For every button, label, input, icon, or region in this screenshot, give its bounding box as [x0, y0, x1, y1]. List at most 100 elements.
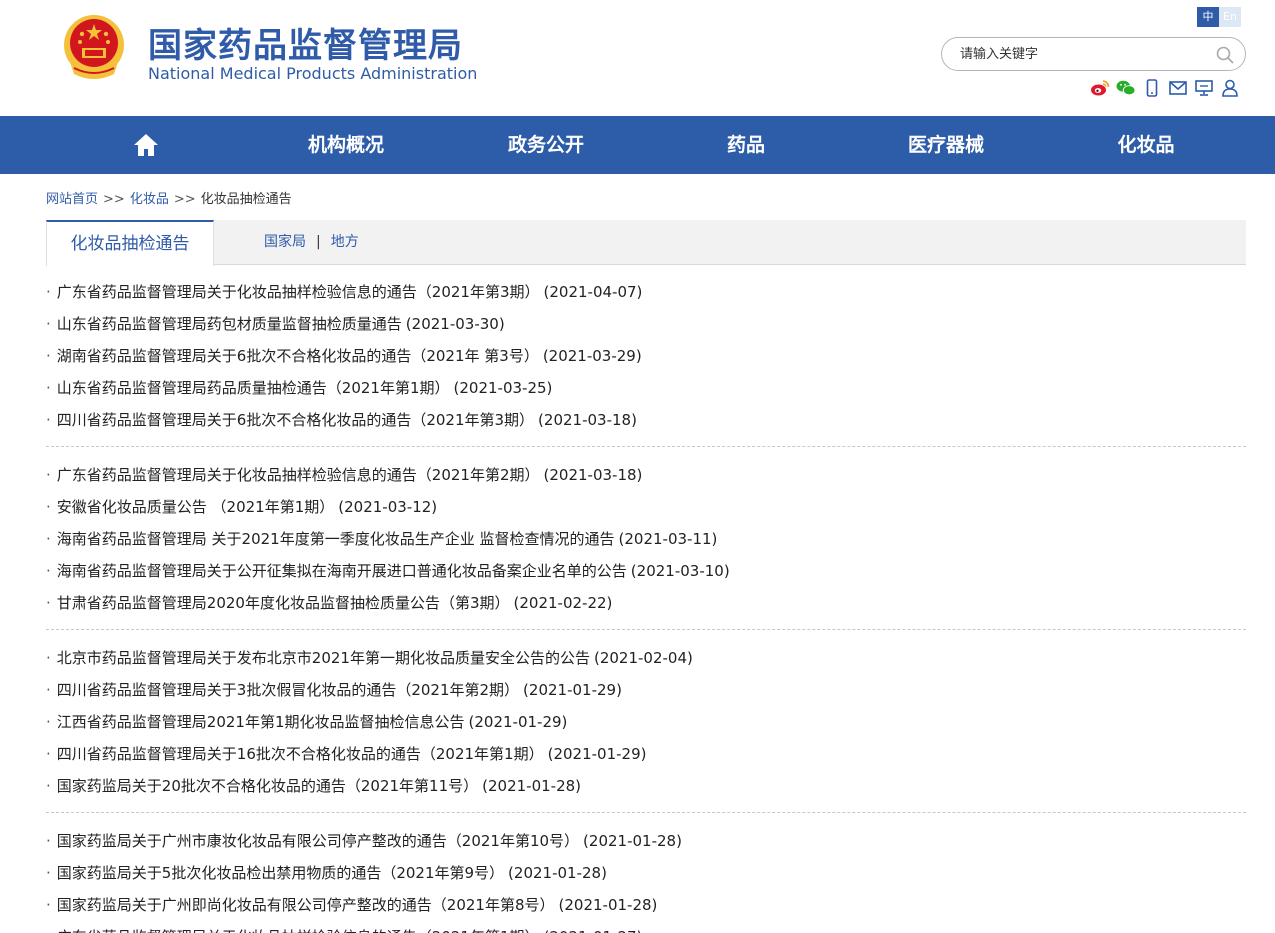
- list-item-title[interactable]: 甘肃省药品监督管理局2020年度化妆品监督抽检质量公告（第3期）: [57, 594, 510, 612]
- notice-group: · 国家药监局关于广州市康妆化妆品有限公司停产整改的通告（2021年第10号） (2…: [46, 825, 1246, 933]
- list-item-title[interactable]: 海南省药品监督管理局 关于2021年度第一季度化妆品生产企业 监督检查情况的通告: [57, 530, 615, 548]
- notice-list: · 广东省药品监督管理局关于化妆品抽样检验信息的通告（2021年第3期） (2021…: [46, 276, 1246, 933]
- list-item-title[interactable]: 湖南省药品监督管理局关于6批次不合格化妆品的通告（2021年 第3号）: [57, 347, 539, 365]
- list-item: · 山东省药品监督管理局药包材质量监督抽检质量通告 (2021-03-30): [46, 308, 1246, 340]
- bullet-icon: ·: [46, 745, 51, 763]
- breadcrumb-separator: >>: [173, 192, 196, 207]
- list-item-title[interactable]: 山东省药品监督管理局药品质量抽检通告（2021年第1期）: [57, 379, 450, 397]
- wechat-icon[interactable]: [1116, 78, 1136, 98]
- bullet-icon: ·: [46, 347, 51, 365]
- list-item-date: (2021-03-30): [405, 315, 505, 333]
- bullet-icon: ·: [46, 681, 51, 699]
- bullet-icon: ·: [46, 649, 51, 667]
- subtab-local[interactable]: 地方: [331, 234, 359, 250]
- list-item: · 国家药监局关于广州即尚化妆品有限公司停产整改的通告（2021年第8号） (202…: [46, 889, 1246, 921]
- lang-zh-button[interactable]: 中: [1197, 7, 1219, 27]
- breadcrumb: 网站首页 >> 化妆品 >> 化妆品抽检通告: [46, 188, 292, 207]
- list-item: · 湖南省药品监督管理局关于6批次不合格化妆品的通告（2021年 第3号） (202…: [46, 340, 1246, 372]
- monitor-icon[interactable]: [1194, 78, 1214, 98]
- search-input[interactable]: [960, 44, 1200, 64]
- subtab-divider: |: [316, 234, 321, 250]
- list-item-date: (2021-03-29): [542, 347, 642, 365]
- list-item-title[interactable]: 江西省药品监督管理局2021年第1期化妆品监督抽检信息公告: [57, 713, 465, 731]
- list-item-date: (2021-03-11): [618, 530, 718, 548]
- list-item-title[interactable]: 广东省药品监督管理局关于化妆品抽样检验信息的通告（2021年第1期）: [57, 928, 540, 933]
- notice-group: · 广东省药品监督管理局关于化妆品抽样检验信息的通告（2021年第3期） (2021…: [46, 276, 1246, 447]
- list-item: · 山东省药品监督管理局药品质量抽检通告（2021年第1期） (2021-03-25…: [46, 372, 1246, 404]
- bullet-icon: ·: [46, 411, 51, 429]
- breadcrumb-cosmetics[interactable]: 化妆品: [130, 192, 169, 207]
- mobile-icon[interactable]: [1142, 78, 1162, 98]
- tab-cosmetics-inspection[interactable]: 化妆品抽检通告: [46, 220, 214, 266]
- list-item: · 海南省药品监督管理局关于公开征集拟在海南开展进口普通化妆品备案企业名单的公告(…: [46, 555, 1246, 587]
- list-item-title[interactable]: 四川省药品监督管理局关于16批次不合格化妆品的通告（2021年第1期）: [57, 745, 544, 763]
- list-item-date: (2021-03-18): [543, 466, 643, 484]
- list-item-title[interactable]: 四川省药品监督管理局关于3批次假冒化妆品的通告（2021年第2期）: [57, 681, 519, 699]
- bullet-icon: ·: [46, 896, 51, 914]
- list-item-title[interactable]: 国家药监局关于20批次不合格化妆品的通告（2021年第11号）: [57, 777, 478, 795]
- weibo-icon[interactable]: [1090, 78, 1110, 98]
- notice-group: · 广东省药品监督管理局关于化妆品抽样检验信息的通告（2021年第2期） (2021…: [46, 459, 1246, 630]
- list-item: · 广东省药品监督管理局关于化妆品抽样检验信息的通告（2021年第1期） (2021…: [46, 921, 1246, 933]
- list-item-title[interactable]: 国家药监局关于广州市康妆化妆品有限公司停产整改的通告（2021年第10号）: [57, 832, 579, 850]
- list-item-date: (2021-04-07): [543, 283, 643, 301]
- home-icon: [134, 134, 158, 156]
- bullet-icon: ·: [46, 594, 51, 612]
- list-item-date: (2021-03-12): [338, 498, 438, 516]
- list-item-date: (2021-03-25): [453, 379, 553, 397]
- breadcrumb-separator: >>: [103, 192, 125, 207]
- list-item: · 江西省药品监督管理局2021年第1期化妆品监督抽检信息公告 (2021-01-2…: [46, 706, 1246, 738]
- bullet-icon: ·: [46, 379, 51, 397]
- list-item: · 安徽省化妆品质量公告 （2021年第1期） (2021-03-12): [46, 491, 1246, 523]
- list-item-date: (2021-02-22): [513, 594, 613, 612]
- list-item-date: (2021-03-18): [538, 411, 637, 429]
- bullet-icon: ·: [46, 498, 51, 516]
- bullet-icon: ·: [46, 315, 51, 333]
- mail-icon[interactable]: [1168, 78, 1188, 98]
- list-item-date: (2021-01-29): [523, 681, 622, 699]
- list-item-title[interactable]: 国家药监局关于广州即尚化妆品有限公司停产整改的通告（2021年第8号）: [57, 896, 555, 914]
- notice-group: · 北京市药品监督管理局关于发布北京市2021年第一期化妆品质量安全公告的公告 (2…: [46, 642, 1246, 813]
- list-item: · 国家药监局关于5批次化妆品检出禁用物质的通告（2021年第9号） (2021-0…: [46, 857, 1246, 889]
- nav-item-institution[interactable]: 机构概况: [246, 116, 446, 174]
- nav-item-medical-devices[interactable]: 医疗器械: [846, 116, 1046, 174]
- site-title: 国家药品监督管理局: [148, 26, 463, 66]
- list-item-title[interactable]: 广东省药品监督管理局关于化妆品抽样检验信息的通告（2021年第3期）: [57, 283, 540, 301]
- list-item-date: (2021-01-28): [508, 864, 607, 882]
- breadcrumb-home[interactable]: 网站首页: [46, 192, 98, 207]
- breadcrumb-current: 化妆品抽检通告: [200, 192, 292, 207]
- language-switch: 中 En: [1197, 7, 1241, 27]
- list-item-date: (2021-01-27): [544, 928, 643, 933]
- nav-item-government-affairs[interactable]: 政务公开: [446, 116, 646, 174]
- list-item-title[interactable]: 山东省药品监督管理局药包材质量监督抽检质量通告: [57, 315, 402, 333]
- nav-home[interactable]: [46, 116, 246, 174]
- main-nav: 机构概况 政务公开 药品 医疗器械 化妆品: [0, 116, 1275, 174]
- list-item: · 广东省药品监督管理局关于化妆品抽样检验信息的通告（2021年第3期） (2021…: [46, 276, 1246, 308]
- list-item: · 四川省药品监督管理局关于3批次假冒化妆品的通告（2021年第2期） (2021-…: [46, 674, 1246, 706]
- list-item-title[interactable]: 北京市药品监督管理局关于发布北京市2021年第一期化妆品质量安全公告的公告: [57, 649, 590, 667]
- list-item-title[interactable]: 安徽省化妆品质量公告 （2021年第1期）: [57, 498, 335, 516]
- user-icon[interactable]: [1220, 78, 1240, 98]
- list-item-title[interactable]: 国家药监局关于5批次化妆品检出禁用物质的通告（2021年第9号）: [57, 864, 504, 882]
- subtab-national[interactable]: 国家局: [264, 234, 306, 250]
- site-header: 国家药品监督管理局 National Medical Products Admi…: [0, 0, 1275, 116]
- bullet-icon: ·: [46, 713, 51, 731]
- social-icons: [1090, 78, 1240, 98]
- list-item-title[interactable]: 广东省药品监督管理局关于化妆品抽样检验信息的通告（2021年第2期）: [57, 466, 540, 484]
- nav-item-drugs[interactable]: 药品: [646, 116, 846, 174]
- bullet-icon: ·: [46, 530, 51, 548]
- list-item-date: (2021-01-28): [558, 896, 658, 914]
- lang-en-button[interactable]: En: [1219, 7, 1241, 27]
- list-item-date: (2021-01-29): [547, 745, 647, 763]
- nav-item-cosmetics[interactable]: 化妆品: [1046, 116, 1246, 174]
- list-item-title[interactable]: 海南省药品监督管理局关于公开征集拟在海南开展进口普通化妆品备案企业名单的公告: [57, 562, 627, 580]
- national-emblem-logo[interactable]: [60, 12, 128, 82]
- list-item-date: (2021-01-28): [583, 832, 682, 850]
- bullet-icon: ·: [46, 283, 51, 301]
- list-item: · 四川省药品监督管理局关于6批次不合格化妆品的通告（2021年第3期） (2021…: [46, 404, 1246, 436]
- bullet-icon: ·: [46, 562, 51, 580]
- list-item: · 国家药监局关于20批次不合格化妆品的通告（2021年第11号） (2021-01…: [46, 770, 1246, 802]
- bullet-icon: ·: [46, 864, 51, 882]
- list-item-title[interactable]: 四川省药品监督管理局关于6批次不合格化妆品的通告（2021年第3期）: [57, 411, 534, 429]
- search-icon[interactable]: [1215, 45, 1235, 65]
